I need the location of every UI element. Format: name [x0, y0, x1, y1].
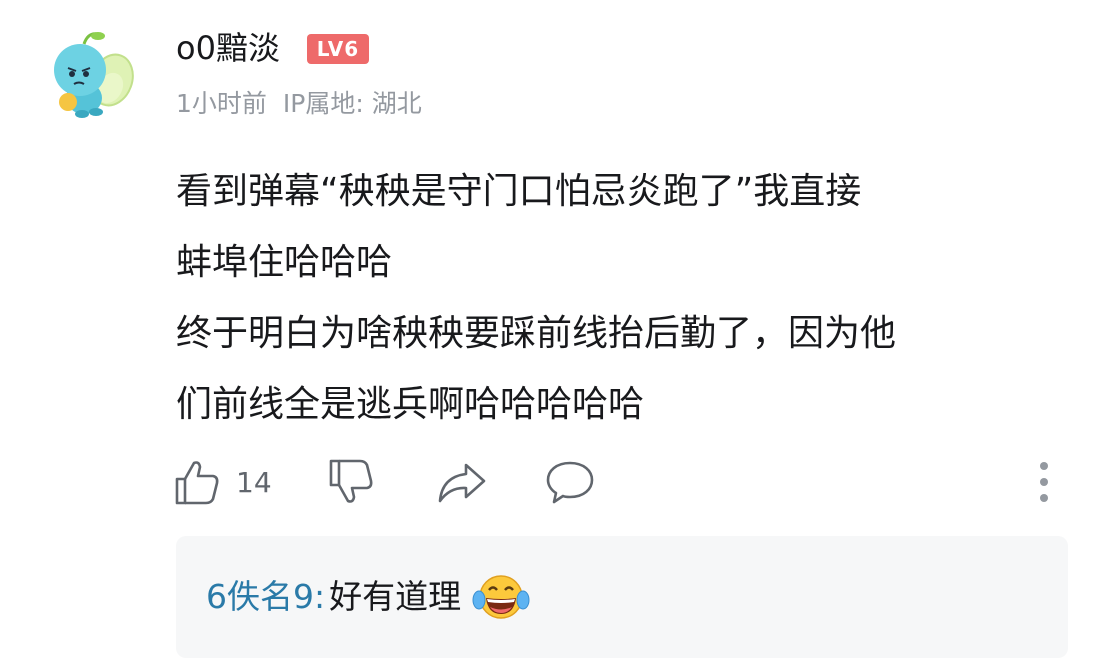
comment-actions: 14	[172, 456, 1072, 508]
comment-line: 看到弹幕“秧秧是守门口怕忌炎跑了”我直接	[176, 171, 862, 212]
like-count: 14	[236, 465, 272, 499]
share-icon	[438, 463, 486, 503]
comment-meta: 1小时前 IP属地: 湖北	[176, 86, 422, 122]
more-button[interactable]	[1034, 458, 1054, 506]
level-badge: LV6	[307, 34, 369, 64]
laughing-tears-emoji	[472, 575, 530, 619]
comment-line: 终于明白为啥秧秧要踩前线抬后勤了，因为他	[176, 313, 897, 354]
reply-username[interactable]: 6佚名9:	[206, 572, 325, 622]
reply-text: 好有道理	[329, 577, 462, 616]
comment-icon	[546, 461, 594, 504]
comment-line: 们前线全是逃兵啊哈哈哈哈哈	[176, 384, 645, 425]
thumbs-down-icon	[329, 459, 373, 503]
reply-button[interactable]	[544, 456, 596, 508]
avatar-image	[54, 32, 134, 118]
comment-content: 看到弹幕“秧秧是守门口怕忌炎跑了”我直接 蚌埠住哈哈哈 终于明白为啥秧秧要踩前线…	[176, 156, 1076, 440]
more-vertical-icon	[1040, 462, 1048, 502]
like-button[interactable]: 14	[172, 456, 272, 508]
comment-line: 蚌埠住哈哈哈	[176, 242, 393, 283]
comment-time: 1小时前	[176, 89, 267, 118]
username[interactable]: o0黯淡	[176, 26, 280, 70]
dislike-button[interactable]	[326, 456, 376, 508]
reply-preview[interactable]: 6佚名9: 好有道理	[176, 536, 1068, 658]
avatar[interactable]	[40, 28, 134, 122]
share-button[interactable]	[436, 456, 488, 508]
reply-item: 6佚名9: 好有道理	[206, 572, 531, 622]
ip-location: IP属地: 湖北	[282, 89, 422, 118]
thumbs-up-icon	[175, 461, 219, 505]
